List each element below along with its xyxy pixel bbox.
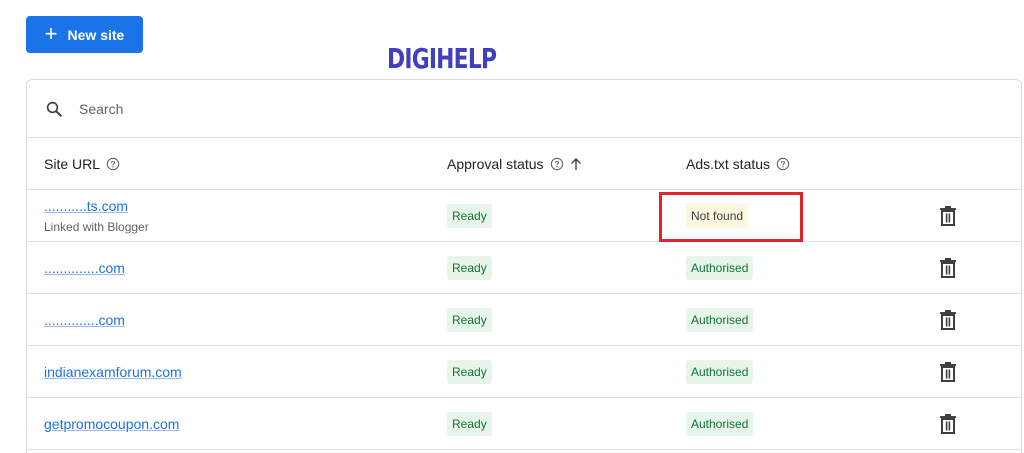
column-header-label: Approval status [447, 155, 544, 172]
trash-icon[interactable] [939, 361, 957, 382]
site-url-link[interactable]: getpromocoupon.com [44, 416, 179, 432]
site-url-link[interactable]: ..............com [44, 312, 125, 328]
help-icon[interactable] [550, 157, 564, 171]
table-header-row: Site URL Approval status Ads.txt status [27, 138, 1021, 190]
site-url-link[interactable]: ..............com [44, 260, 125, 276]
site-cell: ..............com [44, 260, 125, 276]
help-icon[interactable] [776, 157, 790, 171]
trash-icon[interactable] [939, 413, 957, 434]
column-header-approval-status[interactable]: Approval status [447, 156, 582, 172]
table-row: ..............com Ready Authorised [27, 294, 1021, 346]
arrow-up-icon[interactable] [570, 157, 582, 171]
approval-status-badge: Ready [447, 203, 492, 228]
approval-status-cell: Ready [447, 203, 492, 228]
site-cell: getpromocoupon.com [44, 416, 179, 432]
column-header-label: Ads.txt status [686, 155, 771, 172]
plus-icon: + [44, 20, 58, 46]
ads-txt-status-badge: Authorised [686, 255, 754, 280]
trash-icon[interactable] [939, 205, 957, 226]
site-cell: indianexamforum.com [44, 364, 182, 380]
linked-source-text: Linked with Blogger [44, 219, 149, 234]
ads-txt-status-badge: Not found [686, 203, 749, 228]
ads-txt-status-cell: Authorised [686, 411, 754, 436]
page: + New site DIGIHELP Site URL [0, 0, 1024, 453]
search-bar [27, 80, 1021, 138]
column-header-site-url: Site URL [44, 156, 120, 172]
approval-status-badge: Ready [447, 307, 492, 332]
ads-txt-status-cell: Not found [686, 203, 749, 228]
search-input[interactable] [77, 99, 481, 118]
new-site-button[interactable]: + New site [26, 16, 143, 53]
new-site-label: New site [67, 26, 125, 43]
approval-status-cell: Ready [447, 411, 492, 436]
site-cell: ..............com [44, 312, 125, 328]
table-row: indianexamforum.com Ready Authorised [27, 346, 1021, 398]
watermark-logo: DIGIHELP [387, 42, 497, 75]
search-icon [45, 100, 63, 118]
ads-txt-status-badge: Authorised [686, 359, 754, 384]
table-row: ...........ts.com Linked with Blogger Re… [27, 190, 1021, 242]
ads-txt-status-cell: Authorised [686, 359, 754, 384]
table-row: getpromocoupon.com Ready Authorised [27, 398, 1021, 450]
table-row: ..............com Ready Authorised [27, 242, 1021, 294]
ads-txt-status-cell: Authorised [686, 255, 754, 280]
ads-txt-status-badge: Authorised [686, 307, 754, 332]
site-cell: ...........ts.com Linked with Blogger [44, 198, 149, 234]
site-url-link[interactable]: ...........ts.com [44, 198, 149, 214]
ads-txt-status-badge: Authorised [686, 411, 754, 436]
approval-status-cell: Ready [447, 307, 492, 332]
site-url-link[interactable]: indianexamforum.com [44, 364, 182, 380]
approval-status-cell: Ready [447, 255, 492, 280]
column-header-label: Site URL [44, 155, 101, 172]
approval-status-badge: Ready [447, 359, 492, 384]
sites-table-card: Site URL Approval status [26, 79, 1022, 453]
trash-icon[interactable] [939, 257, 957, 278]
column-header-ads-txt-status: Ads.txt status [686, 156, 790, 172]
trash-icon[interactable] [939, 309, 957, 330]
help-icon[interactable] [106, 157, 120, 171]
approval-status-cell: Ready [447, 359, 492, 384]
approval-status-badge: Ready [447, 411, 492, 436]
ads-txt-status-cell: Authorised [686, 307, 754, 332]
approval-status-badge: Ready [447, 255, 492, 280]
